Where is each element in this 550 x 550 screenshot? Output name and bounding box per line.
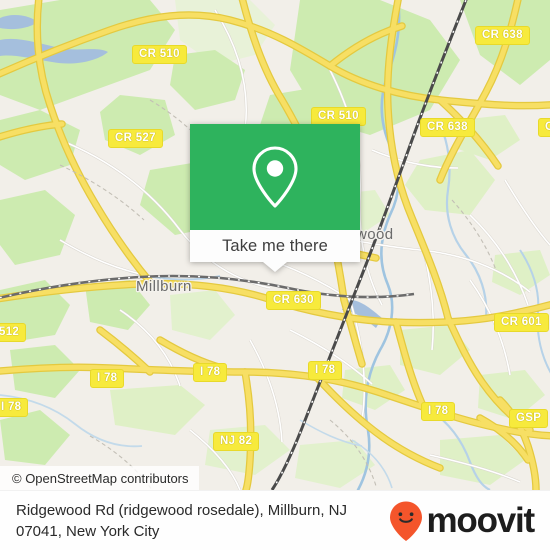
road-shield: C bbox=[538, 118, 550, 137]
osm-attribution[interactable]: © OpenStreetMap contributors bbox=[0, 466, 199, 490]
road-shield: GSP bbox=[509, 409, 549, 428]
road-shield: I 78 bbox=[193, 363, 228, 382]
popup-header bbox=[190, 124, 360, 230]
road-shield: CR 601 bbox=[494, 313, 549, 332]
road-shield: CR 638 bbox=[420, 118, 475, 137]
footer-bar: Ridgewood Rd (ridgewood rosedale), Millb… bbox=[0, 490, 550, 550]
map-pin-icon bbox=[252, 146, 298, 208]
road-shield: I 78 bbox=[90, 369, 125, 388]
take-me-there-label: Take me there bbox=[222, 236, 328, 255]
map-canvas[interactable]: CR 510 CR 638 CR 510 CR 638 C CR 527 CR 630 CR … bbox=[0, 0, 550, 490]
place-label: wood bbox=[356, 226, 394, 243]
popup-action-row[interactable]: Take me there bbox=[190, 230, 360, 262]
road-shield: I 78 bbox=[0, 398, 29, 417]
place-label: Millburn bbox=[136, 278, 192, 295]
road-shield: I 78 bbox=[308, 361, 343, 380]
road-shield: CR 630 bbox=[266, 291, 321, 310]
road-shield: CR 527 bbox=[108, 129, 163, 148]
address-line-1: Ridgewood Rd (ridgewood rosedale), Millb… bbox=[16, 501, 347, 519]
location-popup-card[interactable]: Take me there bbox=[190, 124, 360, 272]
road-shield: 512 bbox=[0, 323, 27, 342]
moovit-logo[interactable]: moovit bbox=[389, 500, 536, 542]
road-shield: I 78 bbox=[421, 402, 456, 421]
address-line-2: 07041, New York City bbox=[16, 522, 160, 540]
popup-pointer-tail bbox=[263, 262, 287, 272]
road-shield: CR 638 bbox=[475, 26, 530, 45]
moovit-wordmark: moovit bbox=[426, 501, 535, 540]
moovit-smiley-pin-icon bbox=[390, 501, 423, 541]
road-shield: CR 510 bbox=[132, 45, 187, 64]
osm-attribution-text: © OpenStreetMap contributors bbox=[12, 470, 189, 486]
address-text: Ridgewood Rd (ridgewood rosedale), Millb… bbox=[16, 500, 389, 542]
road-shield: NJ 82 bbox=[213, 432, 260, 451]
map-screenshot: CR 510 CR 638 CR 510 CR 638 C CR 527 CR 630 CR … bbox=[0, 0, 550, 550]
